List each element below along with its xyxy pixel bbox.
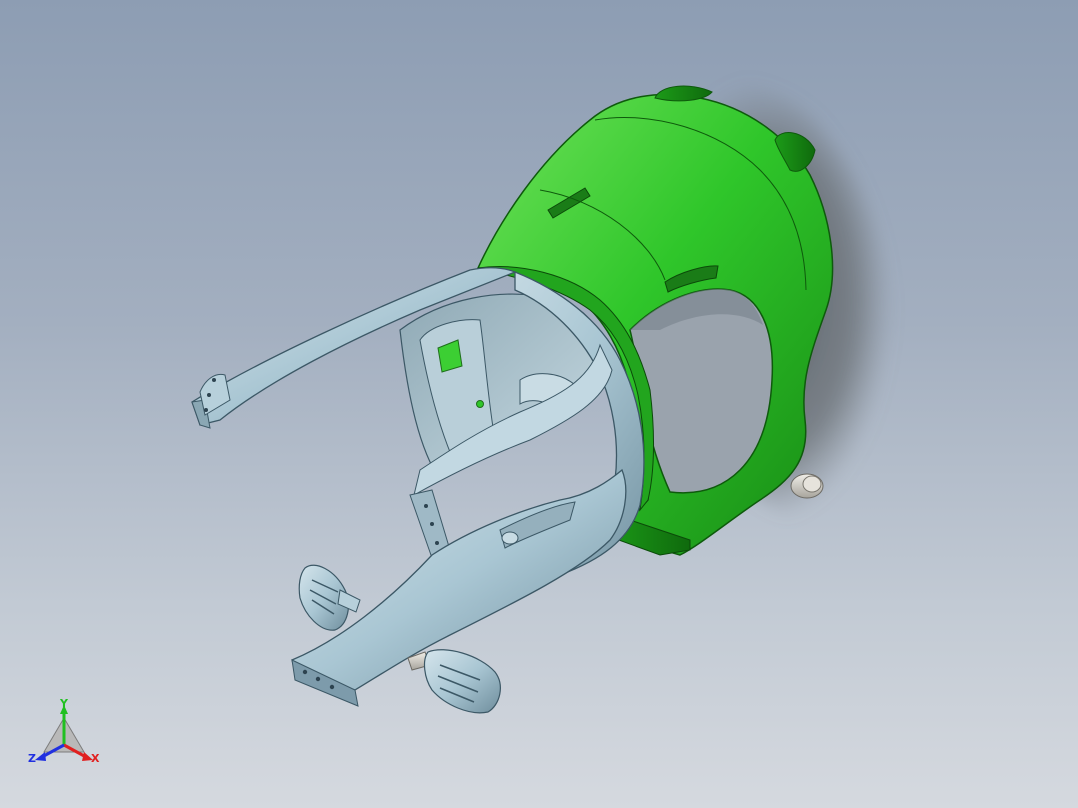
left-foot-pedal[interactable] (298, 564, 361, 631)
z-axis-label: Z (28, 752, 36, 765)
x-axis-label: X (91, 752, 100, 765)
y-axis-label: Y (59, 697, 69, 710)
model-canvas[interactable]: Y X Z (0, 0, 1078, 808)
right-foot-pedal[interactable] (407, 649, 501, 714)
3d-graphics-viewport[interactable]: Y X Z (0, 0, 1078, 808)
blue-front-body[interactable] (191, 267, 645, 707)
view-orientation-triad[interactable]: Y X Z (28, 697, 100, 765)
